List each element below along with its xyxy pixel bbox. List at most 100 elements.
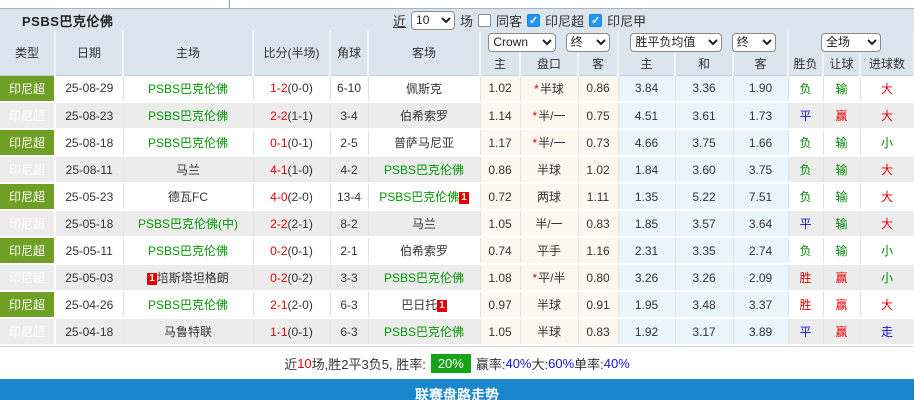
date-cell: 25-05-11 xyxy=(55,237,123,264)
avg-home-cell: 1.35 xyxy=(618,183,675,210)
away-team-name[interactable]: PSBS巴克伦佛 xyxy=(384,325,464,339)
result-mark: 小 xyxy=(881,271,893,285)
home-team-name[interactable]: 德瓦FC xyxy=(168,190,208,204)
final-select-1[interactable]: 终 xyxy=(566,33,610,52)
home-team-name[interactable]: 马兰 xyxy=(176,163,200,177)
avg-home-cell: 4.66 xyxy=(618,129,675,156)
result-wdl-cell: 平 xyxy=(788,102,823,129)
away-team-name[interactable]: 伯希索罗 xyxy=(400,244,448,258)
away-team-cell: PSBS巴克伦佛 xyxy=(368,264,480,291)
handicap-line: 半球 xyxy=(537,298,561,312)
halftime-score: (0-1) xyxy=(288,244,313,258)
odds-home-cell: 1.05 xyxy=(480,318,520,345)
recent-link[interactable]: 近 xyxy=(393,11,406,30)
home-team-cell: 1培斯塔坦格朗 xyxy=(123,264,253,291)
handicap-line-cell: 两球 xyxy=(520,183,578,210)
away-team-name[interactable]: PSBS巴克伦佛 xyxy=(384,163,464,177)
col-odds-line: 盘口 xyxy=(520,53,578,75)
halftime-score: (0-0) xyxy=(288,81,313,95)
company-select[interactable]: Crown xyxy=(488,33,556,52)
home-team-cell: PSBS巴克伦佛 xyxy=(123,291,253,318)
col-res-handicap: 让球 xyxy=(823,53,860,75)
home-team-name[interactable]: PSBS巴克伦佛 xyxy=(148,244,228,258)
col-score: 比分(半场) xyxy=(253,31,330,75)
col-res-wdl: 胜负 xyxy=(788,53,823,75)
result-mark: 输 xyxy=(836,190,848,204)
odds-away-cell: 0.73 xyxy=(578,129,618,156)
avg-home-cell: 3.84 xyxy=(618,75,675,102)
avg-select[interactable]: 胜平负均值 xyxy=(630,33,722,52)
away-team-cell: 佩斯克 xyxy=(368,75,480,102)
result-mark: 胜 xyxy=(800,298,812,312)
date-cell: 25-08-23 xyxy=(55,102,123,129)
fulltime-score: 2-2 xyxy=(270,217,287,231)
avg-draw-cell: 3.75 xyxy=(675,129,733,156)
away-team-name[interactable]: 佩斯克 xyxy=(406,82,442,96)
result-goals-cell: 大 xyxy=(860,156,914,183)
corner-cell: 13-4 xyxy=(330,183,368,210)
away-team-name[interactable]: PSBS巴克伦佛 xyxy=(384,271,464,285)
handicap-line: 半/一 xyxy=(535,217,562,231)
league2-checkbox[interactable] xyxy=(589,14,602,27)
scope-select-group: 全场 xyxy=(788,31,914,53)
result-wdl-cell: 胜 xyxy=(788,264,823,291)
league-cell: 印尼超 xyxy=(0,183,55,210)
col-away: 客场 xyxy=(368,31,480,75)
away-team-name[interactable]: 普萨马尼亚 xyxy=(394,136,454,150)
scope-select[interactable]: 全场 xyxy=(821,33,881,52)
away-team-name[interactable]: 马兰 xyxy=(412,217,436,231)
home-team-cell: 马鲁特联 xyxy=(123,318,253,345)
home-team-name[interactable]: PSBS巴克伦佛(中) xyxy=(138,217,238,231)
result-mark: 大 xyxy=(881,298,893,312)
bottom-bar-title[interactable]: 联赛盘路走势 xyxy=(0,379,914,400)
home-team-name[interactable]: PSBS巴克伦佛 xyxy=(148,136,228,150)
title-bar: PSBS巴克伦佛 近 10 场 同客 印尼超 印尼甲 xyxy=(0,9,914,31)
home-team-cell: PSBS巴克伦佛(中) xyxy=(123,210,253,237)
final-select-2[interactable]: 终 xyxy=(732,33,776,52)
handicap-line: 半/一 xyxy=(538,136,565,150)
avg-away-cell: 2.09 xyxy=(733,264,788,291)
same-away-checkbox[interactable] xyxy=(478,14,491,27)
result-handicap-cell: 赢 xyxy=(823,291,860,318)
col-odds-away: 客 xyxy=(578,53,618,75)
corner-cell: 6-3 xyxy=(330,318,368,345)
avg-draw-cell: 3.48 xyxy=(675,291,733,318)
result-mark: 输 xyxy=(836,163,848,177)
halftime-score: (2-0) xyxy=(288,298,313,312)
favorite-star: * xyxy=(532,136,537,150)
home-team-name[interactable]: PSBS巴克伦佛 xyxy=(148,82,228,96)
avg-away-cell: 3.89 xyxy=(733,318,788,345)
stats-segment: 40% xyxy=(604,356,630,371)
away-team-name[interactable]: 巴日托 xyxy=(401,298,437,312)
result-handicap-cell: 赢 xyxy=(823,318,860,345)
avg-away-cell: 3.37 xyxy=(733,291,788,318)
result-mark: 赢 xyxy=(836,325,848,339)
odds-away-cell: 1.16 xyxy=(578,237,618,264)
handicap-line: 半球 xyxy=(540,82,564,96)
away-team-name[interactable]: 伯希索罗 xyxy=(400,109,448,123)
handicap-line-cell: *半/一 xyxy=(520,129,578,156)
league1-checkbox[interactable] xyxy=(527,14,540,27)
home-team-name[interactable]: PSBS巴克伦佛 xyxy=(148,298,228,312)
result-mark: 输 xyxy=(836,217,848,231)
home-team-name[interactable]: 培斯塔坦格朗 xyxy=(157,271,229,285)
home-team-name[interactable]: 马鲁特联 xyxy=(164,325,212,339)
date-cell: 25-04-18 xyxy=(55,318,123,345)
league-cell: 印尼超 xyxy=(0,75,55,102)
col-avg-draw: 和 xyxy=(675,53,733,75)
fulltime-score: 2-1 xyxy=(270,298,287,312)
away-team-cell: PSBS巴克伦佛 xyxy=(368,156,480,183)
away-team-name[interactable]: PSBS巴克伦佛 xyxy=(379,190,459,204)
corner-cell: 3-4 xyxy=(330,102,368,129)
handicap-line-cell: 平手 xyxy=(520,237,578,264)
odds-home-cell: 1.08 xyxy=(480,264,520,291)
recent-count-select[interactable]: 10 xyxy=(411,11,455,30)
halftime-score: (1-0) xyxy=(288,163,313,177)
result-wdl-cell: 负 xyxy=(788,156,823,183)
handicap-line-cell: 半球 xyxy=(520,291,578,318)
home-team-name[interactable]: PSBS巴克伦佛 xyxy=(148,109,228,123)
match-row: 印尼超25-08-23PSBS巴克伦佛2-2(1-1)3-4伯希索罗1.14*半… xyxy=(0,102,914,129)
result-goals-cell: 大 xyxy=(860,75,914,102)
result-goals-cell: 大 xyxy=(860,210,914,237)
handicap-line-cell: 半球 xyxy=(520,318,578,345)
